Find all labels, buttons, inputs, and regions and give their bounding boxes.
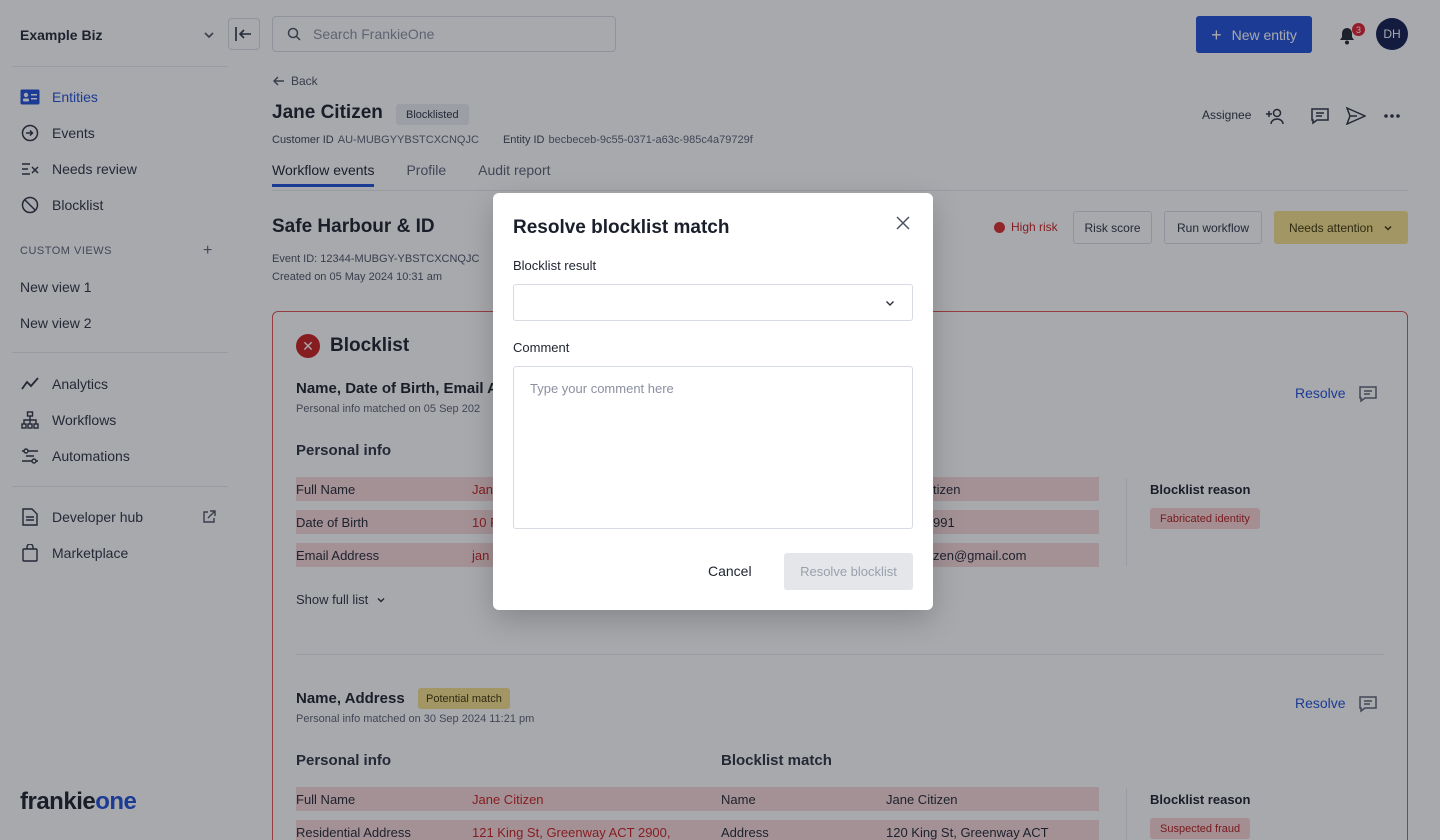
chevron-down-icon xyxy=(886,301,894,306)
blocklist-result-select[interactable] xyxy=(513,284,913,321)
resolve-blocklist-modal: Resolve blocklist match Blocklist result… xyxy=(493,193,933,610)
comment-field[interactable] xyxy=(513,366,913,529)
modal-title: Resolve blocklist match xyxy=(513,217,730,238)
cancel-button[interactable]: Cancel xyxy=(708,563,752,579)
resolve-blocklist-button[interactable]: Resolve blocklist xyxy=(784,553,913,590)
blocklist-result-label: Blocklist result xyxy=(513,258,597,273)
comment-label: Comment xyxy=(513,340,570,355)
close-icon[interactable] xyxy=(894,214,912,232)
